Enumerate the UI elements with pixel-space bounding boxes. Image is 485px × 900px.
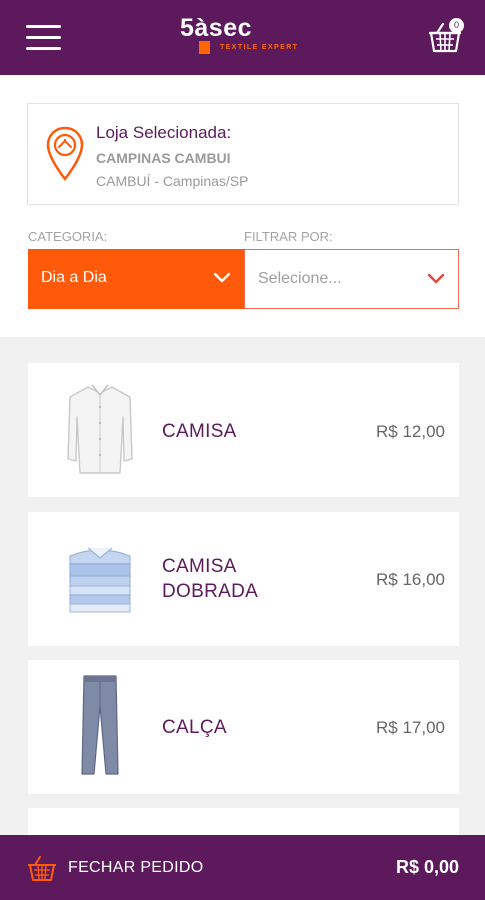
product-card[interactable]: CAMISA R$ 12,00 — [28, 363, 459, 497]
brand-tagline: TEXTILE EXPERT — [220, 44, 299, 51]
selected-store-card[interactable]: Loja Selecionada: CAMPINAS CAMBUI CAMBUÍ… — [27, 103, 459, 205]
category-label: CATEGORIA: — [28, 229, 108, 244]
product-name-line2: DOBRADA — [162, 581, 259, 602]
store-location-pin-icon — [46, 126, 84, 181]
store-title: Loja Selecionada: — [96, 123, 232, 142]
order-total: R$ 0,00 — [395, 857, 459, 877]
product-name: CAMISA DOBRADA — [162, 554, 258, 604]
store-location: CAMBUÍ - Campinas/SP — [96, 173, 249, 189]
chevron-down-icon — [427, 273, 445, 284]
top-app-bar: 5àsec TEXTILE EXPERT 0 — [0, 0, 485, 75]
brand-logo-text: 5àsec — [180, 14, 253, 42]
product-card[interactable]: CAMISA DOBRADA R$ 16,00 — [28, 512, 459, 646]
product-price: R$ 17,00 — [376, 718, 445, 737]
brand-logo: 5àsec TEXTILE EXPERT — [176, 14, 316, 58]
product-card-partial[interactable] — [28, 808, 459, 835]
cart-count-badge: 0 — [449, 18, 464, 33]
product-name: CALÇA — [162, 715, 227, 740]
store-name: CAMPINAS CAMBUI — [96, 150, 231, 166]
category-dropdown[interactable]: Dia a Dia — [28, 249, 244, 309]
filter-by-label: FILTRAR POR: — [244, 229, 333, 244]
trousers-image — [50, 670, 150, 782]
filter-by-placeholder: Selecione... — [258, 270, 342, 287]
checkout-bar[interactable]: FECHAR PEDIDO R$ 0,00 — [0, 835, 485, 900]
product-name-line1: CAMISA — [162, 421, 237, 442]
cart-button[interactable]: 0 — [428, 18, 468, 54]
product-price: R$ 16,00 — [376, 570, 445, 589]
product-price: R$ 12,00 — [376, 422, 445, 441]
product-name-line1: CALÇA — [162, 717, 227, 738]
category-selected-value: Dia a Dia — [41, 269, 107, 286]
white-shirt-image — [50, 373, 150, 485]
product-name-line1: CAMISA — [162, 556, 237, 577]
filter-by-dropdown[interactable]: Selecione... — [244, 249, 459, 309]
product-card[interactable]: CALÇA R$ 17,00 — [28, 660, 459, 794]
folded-shirts-image — [50, 522, 150, 634]
hamburger-menu-icon[interactable] — [26, 24, 62, 52]
close-order-button[interactable]: FECHAR PEDIDO — [68, 859, 203, 877]
basket-icon — [28, 856, 56, 881]
chevron-down-icon — [213, 272, 231, 283]
brand-logo-square — [199, 41, 210, 54]
product-name: CAMISA — [162, 419, 237, 444]
